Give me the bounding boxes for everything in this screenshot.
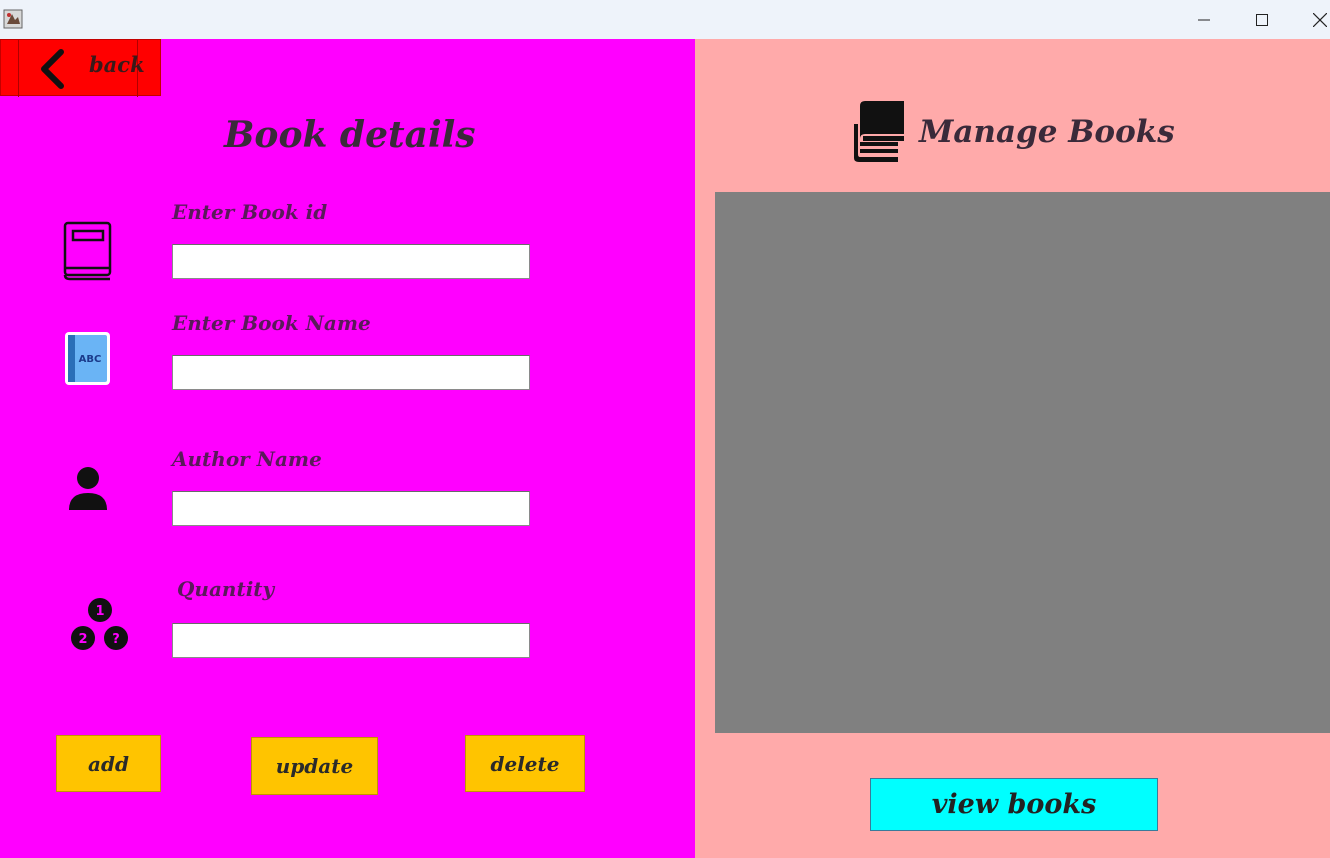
chevron-left-icon xyxy=(41,49,64,89)
update-button[interactable]: update xyxy=(251,737,378,795)
back-button[interactable]: back xyxy=(0,39,161,97)
svg-text:1: 1 xyxy=(95,604,104,619)
close-icon xyxy=(1313,12,1327,27)
abc-book-icon: ABC xyxy=(65,332,110,385)
author-name-label: Author Name xyxy=(172,447,322,471)
back-button-divider xyxy=(18,40,19,97)
quantity-field[interactable] xyxy=(172,623,530,658)
book-name-label: Enter Book Name xyxy=(172,311,371,335)
title-bar xyxy=(0,0,1330,40)
book-id-field[interactable] xyxy=(172,244,530,279)
manage-books-title: Manage Books xyxy=(919,114,1175,150)
maximize-button[interactable] xyxy=(1239,0,1285,39)
book-details-panel: back Book details Enter Book id ABC Ente… xyxy=(0,39,695,858)
view-books-button[interactable]: view books xyxy=(870,778,1158,831)
minimize-button[interactable] xyxy=(1181,0,1227,39)
manage-books-panel: Manage Books view books xyxy=(695,39,1330,858)
maximize-icon xyxy=(1256,13,1268,26)
quantity-icon: 1 2 ? xyxy=(71,598,128,650)
book-name-field[interactable] xyxy=(172,355,530,390)
minimize-icon xyxy=(1198,19,1210,20)
add-button[interactable]: add xyxy=(56,735,161,792)
close-button[interactable] xyxy=(1297,0,1330,39)
java-app-icon xyxy=(3,9,23,29)
quantity-label: Quantity xyxy=(177,577,275,601)
svg-text:ABC: ABC xyxy=(79,354,102,365)
back-label: back xyxy=(89,52,145,77)
svg-text:2: 2 xyxy=(78,632,87,647)
books-table[interactable] xyxy=(715,192,1330,733)
page-title: Book details xyxy=(224,114,476,156)
delete-button[interactable]: delete xyxy=(465,735,585,792)
svg-text:?: ? xyxy=(112,632,120,647)
books-stack-icon xyxy=(854,101,904,162)
book-icon xyxy=(63,221,112,281)
person-icon xyxy=(69,467,107,510)
author-name-field[interactable] xyxy=(172,491,530,526)
book-id-label: Enter Book id xyxy=(172,200,328,224)
